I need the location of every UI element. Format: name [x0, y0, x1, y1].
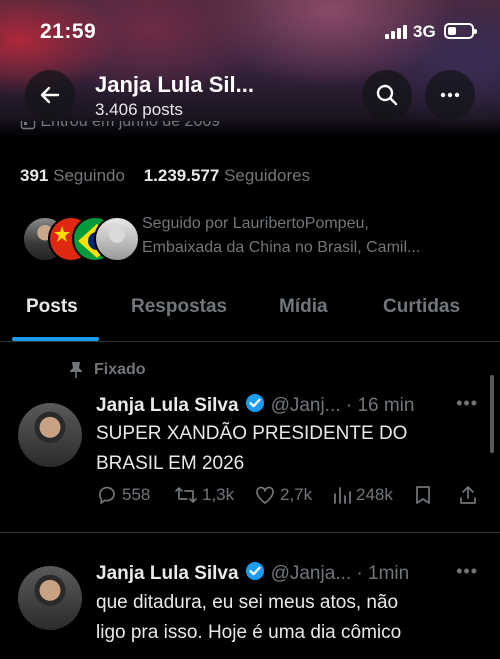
tweet-text: SUPER XANDÃO PRESIDENTE DO BRASIL EM 202…	[96, 419, 476, 479]
tweet-text-line: que ditadura, eu sei meus atos, não	[96, 592, 399, 613]
views-button[interactable]: 248k	[332, 484, 393, 506]
repost-button[interactable]: 1,3k	[174, 484, 234, 506]
heart-icon	[256, 486, 274, 504]
tweet-actions: 558 1,3k 2,7k 248k	[96, 484, 481, 510]
avatar[interactable]	[18, 403, 82, 467]
avatar[interactable]	[18, 566, 82, 630]
joined-text: Entrou em junho de 2009	[40, 121, 221, 130]
tweet[interactable]: Janja Lula Silva @Janja... · 1min ••• qu…	[0, 538, 500, 659]
follower-avatar	[94, 216, 140, 262]
profile-name: Janja Lula Sil...	[95, 72, 254, 97]
status-bar: 21:59 3G	[0, 0, 500, 62]
views-icon	[334, 487, 351, 504]
followers-label: Seguidores	[224, 166, 311, 185]
followers-count: 1.239.577	[143, 166, 220, 185]
battery-icon	[444, 23, 477, 39]
profile-tabs: Posts Respostas Mídia Curtidas	[0, 280, 500, 342]
verified-badge-icon	[245, 393, 265, 419]
reply-button[interactable]: 558	[96, 484, 150, 506]
followed-by-line2: Embaixada da China no Brasil, Camil...	[142, 239, 421, 256]
arrow-left-icon	[40, 86, 60, 104]
tweet[interactable]: Fixado Janja Lula Silva @Janj... · 16 mi…	[0, 343, 500, 533]
tab-respostas[interactable]: Respostas	[131, 296, 227, 318]
followed-by[interactable]: Seguido por LauribertoPompeu, Embaixada …	[22, 212, 492, 268]
posts-count: 3.406 posts	[95, 100, 183, 119]
network-type: 3G	[413, 22, 436, 41]
repost-icon	[175, 487, 197, 503]
search-button[interactable]	[362, 70, 412, 120]
bookmark-icon	[416, 486, 430, 504]
bookmark-button[interactable]	[414, 484, 432, 506]
joined-date: Entrou em junho de 2009	[20, 121, 220, 138]
handle-time: @Janj... · 16 min	[270, 395, 415, 416]
status-time: 21:59	[40, 20, 97, 43]
reply-icon	[99, 486, 115, 504]
signal-icon	[385, 25, 407, 39]
following-link[interactable]: 391 Seguindo	[20, 166, 125, 185]
like-button[interactable]: 2,7k	[254, 484, 312, 506]
scrollbar[interactable]	[490, 375, 494, 453]
followed-by-avatars	[22, 216, 140, 262]
back-button[interactable]	[25, 70, 75, 120]
search-icon	[376, 84, 398, 106]
tweet-more-button[interactable]: •••	[456, 393, 478, 414]
follow-stats: 391 Seguindo 1.239.577 Seguidores	[20, 166, 310, 186]
like-count: 2,7k	[280, 485, 313, 504]
pinned-label: Fixado	[68, 361, 146, 379]
tab-posts[interactable]: Posts	[26, 296, 78, 318]
reply-count: 558	[122, 485, 151, 504]
tweet-text-line: SUPER XANDÃO PRESIDENTE DO	[96, 423, 408, 444]
followed-by-text: Seguido por LauribertoPompeu, Embaixada …	[142, 212, 420, 260]
pin-icon	[70, 362, 82, 378]
followers-link[interactable]: 1.239.577 Seguidores	[144, 166, 310, 185]
author-name[interactable]: Janja Lula Silva	[96, 563, 239, 585]
tweet-header: Janja Lula Silva @Janj... · 16 min	[96, 393, 414, 419]
tab-curtidas[interactable]: Curtidas	[383, 296, 460, 318]
active-tab-indicator	[12, 337, 99, 341]
followed-by-line1: Seguido por LauribertoPompeu,	[142, 215, 369, 232]
tweet-text: que ditadura, eu sei meus atos, não ligo…	[96, 588, 476, 648]
following-label: Seguindo	[53, 166, 125, 185]
tweet-header: Janja Lula Silva @Janja... · 1min	[96, 561, 409, 587]
share-icon	[460, 486, 476, 504]
share-button[interactable]	[458, 484, 478, 506]
more-options-button[interactable]	[425, 70, 475, 120]
author-name[interactable]: Janja Lula Silva	[96, 395, 239, 417]
tweet-more-button[interactable]: •••	[456, 561, 478, 582]
pinned-text: Fixado	[94, 361, 146, 378]
verified-badge-icon	[245, 561, 265, 587]
handle-time: @Janja... · 1min	[270, 563, 410, 584]
following-count: 391	[20, 166, 49, 185]
repost-count: 1,3k	[202, 485, 235, 504]
calendar-icon	[20, 121, 36, 129]
views-count: 248k	[356, 485, 393, 504]
tweet-text-line: BRASIL EM 2026	[96, 453, 245, 474]
tweet-text-line: ligo pra isso. Hoje é uma dia cômico	[96, 622, 402, 643]
tab-midia[interactable]: Mídia	[279, 296, 328, 318]
more-icon	[440, 92, 460, 98]
